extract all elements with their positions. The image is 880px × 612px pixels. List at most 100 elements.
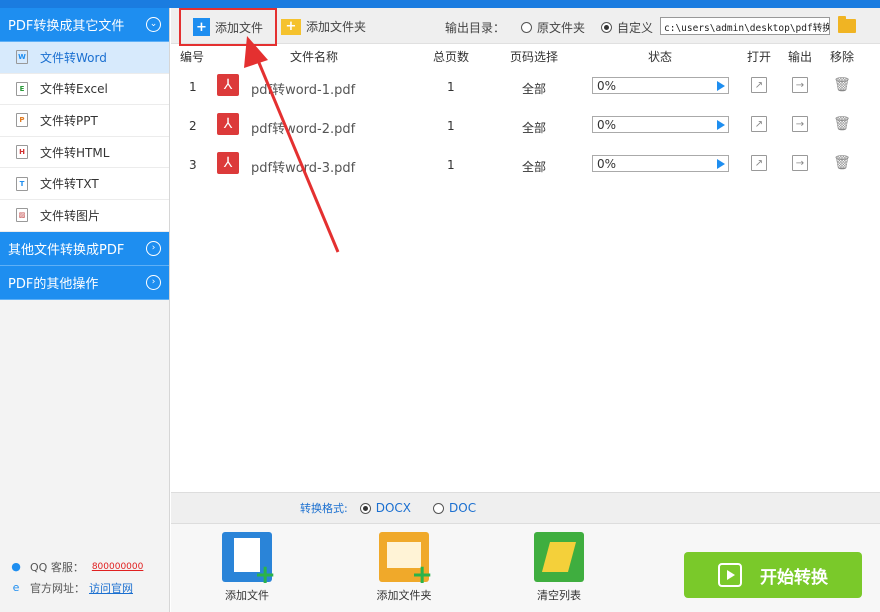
row-num: 2 (189, 119, 197, 133)
table-row[interactable]: 1 ⅄ pdf转word-1.pdf 1 全部 0% ↗ → 🗑 (171, 68, 880, 108)
table-row[interactable]: 2 ⅄ pdf转word-2.pdf 1 全部 0% ↗ → 🗑 (171, 107, 880, 147)
sidebar-item-label: 文件转PPT (40, 113, 98, 128)
radio-original-folder[interactable] (521, 22, 533, 33)
status-text: 0% (597, 157, 617, 171)
section-label: 其他文件转换成PDF (8, 242, 125, 258)
section-pdf-to-other[interactable]: PDF转换成其它文件 ⌄ (0, 8, 169, 42)
open-icon[interactable]: ↗ (751, 116, 767, 132)
start-convert-button[interactable]: 开始转换 (684, 552, 862, 598)
bottom-add-file-button[interactable]: + 添加文件 (207, 532, 287, 603)
ie-icon: e (12, 581, 20, 594)
sidebar-item-label: 文件转HTML (40, 145, 110, 160)
excel-file-icon: E (16, 81, 28, 96)
col-num: 编号 (180, 50, 205, 64)
status-text: 0% (597, 118, 617, 132)
row-range[interactable]: 全部 (522, 80, 546, 97)
row-status: 0% (592, 116, 729, 133)
add-file-large-icon: + (222, 532, 276, 588)
format-docx-option[interactable]: DOCX (348, 501, 411, 515)
website-link[interactable]: 访问官网 (89, 580, 133, 596)
chevron-down-icon: ⌄ (146, 17, 161, 32)
website-label: 官方网址： (30, 581, 85, 595)
sidebar-item-ppt[interactable]: P 文件转PPT (0, 105, 169, 137)
pdf-icon: ⅄ (217, 113, 239, 135)
output-dir-label: 输出目录： (445, 21, 506, 35)
window-top-bar (0, 0, 880, 8)
qq-link[interactable]: 800000000 (92, 562, 144, 572)
sidebar-item-excel[interactable]: E 文件转Excel (0, 74, 169, 106)
add-folder-icon: + (281, 18, 301, 35)
ppt-file-icon: P (16, 113, 28, 128)
col-open: 打开 (747, 50, 772, 64)
col-pages: 总页数 (433, 50, 470, 64)
output-path-input[interactable]: c:\users\admin\desktop\pdf转换 (660, 17, 830, 35)
table-header: 编号 文件名称 总页数 页码选择 状态 打开 输出 移除 (171, 46, 880, 66)
output-icon[interactable]: → (792, 116, 808, 132)
bottom-add-folder-button[interactable]: + 添加文件夹 (364, 532, 444, 603)
open-icon[interactable]: ↗ (751, 155, 767, 171)
radio-docx[interactable] (359, 502, 371, 514)
section-other-to-pdf[interactable]: 其他文件转换成PDF › (0, 231, 169, 266)
qq-label: QQ 客服： (30, 560, 84, 574)
section-label: PDF的其他操作 (8, 276, 99, 292)
clear-list-button[interactable]: 清空列表 (519, 532, 599, 603)
col-name: 文件名称 (290, 50, 339, 64)
chevron-right-icon: › (146, 240, 161, 256)
broom-icon (534, 532, 584, 582)
play-icon[interactable] (717, 120, 725, 130)
col-remove: 移除 (830, 50, 855, 64)
sidebar-item-txt[interactable]: T 文件转TXT (0, 168, 169, 200)
output-icon[interactable]: → (792, 155, 808, 171)
radio-original-label: 原文件夹 (537, 21, 586, 35)
col-range: 页码选择 (510, 50, 559, 64)
add-folder-label: 添加文件夹 (306, 20, 367, 34)
sidebar-item-label: 文件转Excel (40, 82, 108, 97)
add-file-button[interactable]: + 添加文件 (179, 8, 277, 46)
format-doc-option[interactable]: DOC (411, 501, 476, 515)
row-num: 1 (189, 80, 197, 94)
sidebar-item-word[interactable]: W 文件转Word (0, 42, 169, 74)
row-range[interactable]: 全部 (522, 158, 546, 175)
start-convert-label: 开始转换 (760, 567, 828, 588)
sidebar-item-html[interactable]: H 文件转HTML (0, 137, 169, 169)
radio-doc[interactable] (433, 502, 445, 514)
row-range[interactable]: 全部 (522, 119, 546, 136)
sidebar-item-image[interactable]: ▨ 文件转图片 (0, 200, 169, 232)
sidebar-footer: ● QQ 客服： 800000000 e 官方网址： 访问官网 (10, 556, 143, 598)
play-icon (718, 563, 742, 587)
output-icon[interactable]: → (792, 77, 808, 93)
row-filename: pdf转word-2.pdf (251, 122, 356, 137)
output-dir-group: 输出目录： 原文件夹 自定义 (445, 19, 653, 36)
row-status: 0% (592, 155, 729, 172)
table-row[interactable]: 3 ⅄ pdf转word-3.pdf 1 全部 0% ↗ → 🗑 (171, 146, 880, 186)
row-pages: 1 (447, 158, 455, 172)
play-icon[interactable] (717, 159, 725, 169)
trash-icon[interactable]: 🗑 (833, 116, 851, 132)
sidebar: PDF转换成其它文件 ⌄ W 文件转Word E 文件转Excel P 文件转P… (0, 8, 170, 612)
bottom-actions: + 添加文件 + 添加文件夹 清空列表 开始转换 (171, 524, 880, 612)
play-icon[interactable] (717, 81, 725, 91)
qq-icon: ● (11, 560, 21, 573)
section-label: PDF转换成其它文件 (8, 19, 125, 34)
section-pdf-other-ops[interactable]: PDF的其他操作 › (0, 265, 169, 300)
col-status: 状态 (648, 50, 673, 64)
txt-file-icon: T (16, 176, 28, 191)
trash-icon[interactable]: 🗑 (833, 77, 851, 93)
add-file-icon: + (193, 18, 210, 36)
browse-folder-icon[interactable] (838, 16, 856, 33)
bottom-add-folder-label: 添加文件夹 (376, 589, 432, 602)
row-status: 0% (592, 77, 729, 94)
html-file-icon: H (16, 145, 28, 160)
chevron-right-icon: › (146, 274, 161, 290)
pdf-icon: ⅄ (217, 74, 239, 96)
trash-icon[interactable]: 🗑 (833, 155, 851, 171)
sidebar-item-label: 文件转图片 (40, 208, 101, 223)
row-filename: pdf转word-3.pdf (251, 161, 356, 176)
radio-custom-folder[interactable] (601, 22, 613, 33)
open-icon[interactable]: ↗ (751, 77, 767, 93)
add-folder-button[interactable]: + 添加文件夹 (281, 18, 366, 35)
docx-label: DOCX (375, 501, 412, 515)
word-file-icon: W (16, 50, 28, 65)
doc-label: DOC (449, 501, 477, 515)
clear-list-label: 清空列表 (537, 589, 581, 602)
